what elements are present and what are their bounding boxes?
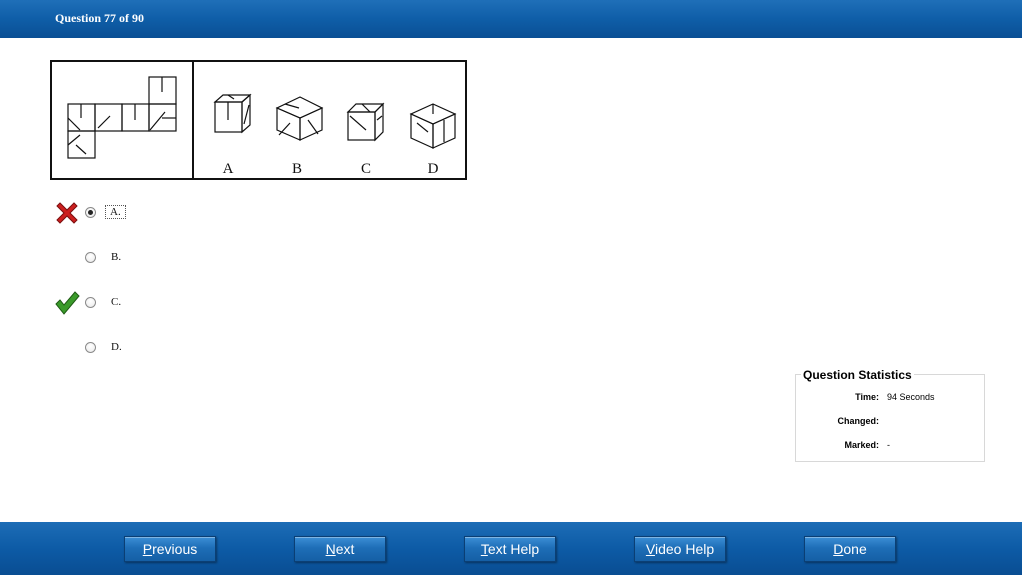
cube-net: [67, 76, 177, 159]
video-help-button[interactable]: Video Help: [634, 536, 726, 562]
previous-button[interactable]: Previous: [124, 536, 216, 562]
correct-check-icon: [55, 291, 80, 315]
option-a-label[interactable]: A.: [105, 205, 126, 219]
time-label: Time:: [855, 392, 879, 402]
time-value: 94 Seconds: [887, 392, 935, 402]
wrong-x-icon: [56, 202, 78, 224]
figure-frame: [50, 60, 467, 180]
option-d[interactable]: D.: [50, 335, 350, 365]
option-a-radio[interactable]: [85, 207, 96, 218]
changed-label: Changed:: [837, 416, 880, 426]
figure-letter-c: C: [361, 161, 371, 177]
option-b[interactable]: B.: [50, 245, 350, 275]
stats-title: Question Statistics: [801, 368, 914, 382]
option-d-radio[interactable]: [85, 342, 96, 353]
option-b-radio[interactable]: [85, 252, 96, 263]
cube-d: [409, 103, 457, 149]
cube-c: [346, 102, 385, 142]
marked-value: -: [887, 440, 890, 450]
footer-bar: Previous Next Text Help Video Help Done: [0, 522, 1022, 575]
text-help-button[interactable]: Text Help: [464, 536, 556, 562]
option-b-label[interactable]: B.: [108, 251, 124, 263]
figure-letter-a: A: [223, 161, 234, 177]
option-c-radio[interactable]: [85, 297, 96, 308]
question-figure: A B C D: [50, 60, 467, 180]
figure-letter-d: D: [428, 161, 439, 177]
option-c[interactable]: C.: [50, 290, 350, 320]
next-button[interactable]: Next: [294, 536, 386, 562]
done-button[interactable]: Done: [804, 536, 896, 562]
header-bar: Question 77 of 90: [0, 0, 1022, 38]
option-c-label[interactable]: C.: [108, 296, 124, 308]
question-counter: Question 77 of 90: [55, 11, 145, 25]
cube-a: [213, 93, 252, 134]
cube-b: [275, 96, 324, 141]
option-d-label[interactable]: D.: [108, 341, 125, 353]
question-statistics-panel: Question Statistics Time: 94 Seconds Cha…: [795, 368, 985, 462]
marked-label: Marked:: [844, 440, 879, 450]
option-a[interactable]: A.: [50, 200, 350, 230]
figure-letter-b: B: [292, 161, 302, 177]
